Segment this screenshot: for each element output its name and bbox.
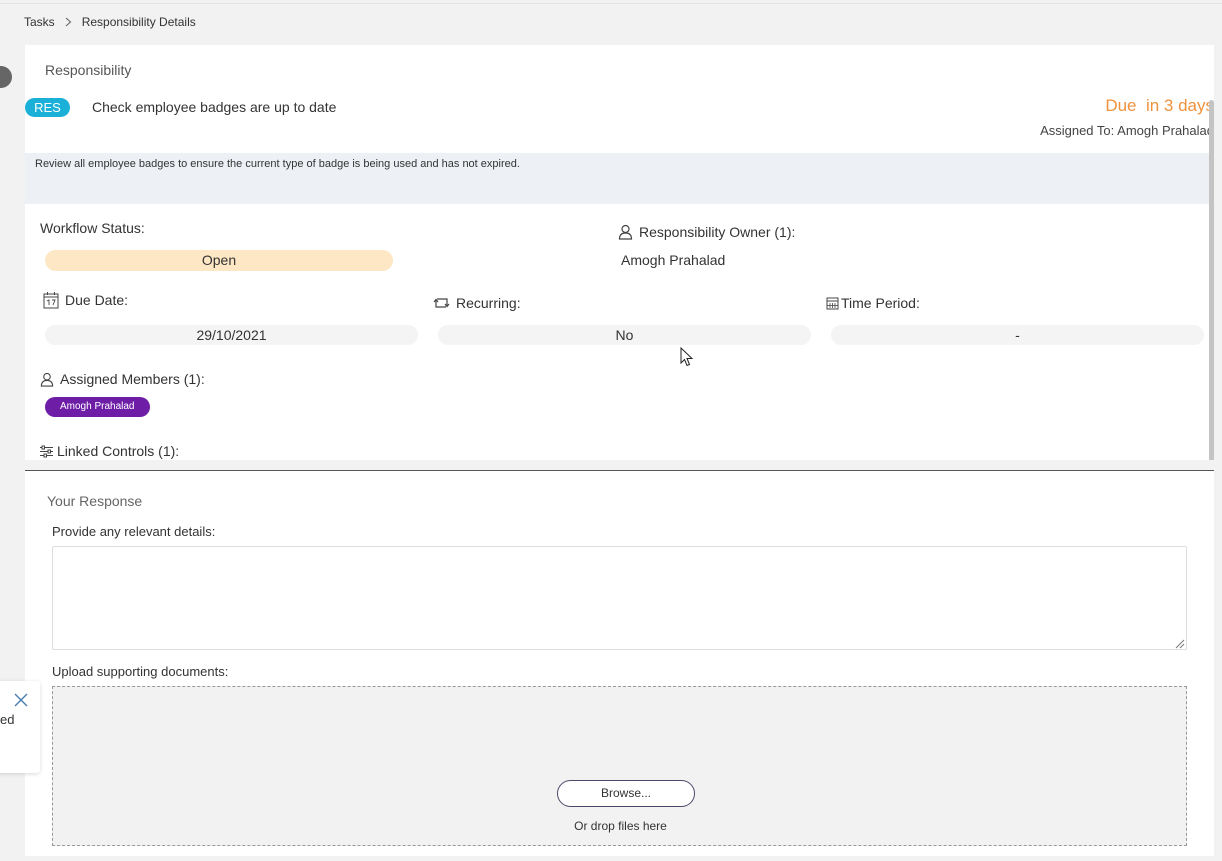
details-textarea[interactable] (52, 546, 1187, 650)
chevron-right-icon (65, 17, 72, 27)
workflow-status-value[interactable]: Open (45, 250, 393, 271)
due-date-label-text: Due Date: (65, 292, 129, 308)
recurring-label-text: Recurring: (456, 295, 521, 311)
user-icon (40, 372, 60, 387)
description: Review all employee badges to ensure the… (25, 153, 1214, 204)
workflow-status-label-text: Workflow Status: (40, 220, 145, 236)
response-section-title: Your Response (47, 493, 143, 509)
workflow-status-label: Workflow Status: (40, 220, 145, 236)
responsibility-card: Responsibility RES Check employee badges… (25, 45, 1214, 460)
type-badge: RES (25, 98, 70, 117)
calendar-date-icon (43, 291, 65, 309)
linked-controls-label: Linked Controls (1): (39, 443, 179, 459)
user-icon (618, 224, 639, 240)
assigned-to: Assigned To: Amogh Prahalad (1040, 123, 1214, 138)
top-border (0, 3, 1222, 4)
breadcrumb-current: Responsibility Details (81, 15, 196, 29)
responsibility-owner-value: Amogh Prahalad (621, 252, 726, 268)
file-dropzone[interactable]: Browse... Or drop files here (52, 686, 1187, 846)
assigned-members-label-text: Assigned Members (1): (60, 371, 205, 387)
time-period-value: - (831, 325, 1204, 345)
description-text: Review all employee badges to ensure the… (35, 158, 520, 170)
collapse-sidebar-button[interactable] (0, 66, 12, 88)
linked-controls-label-text: Linked Controls (1): (57, 443, 180, 459)
scrollbar[interactable] (1209, 100, 1214, 460)
due-date-value: 29/10/2021 (45, 325, 418, 345)
recurring-value: No (438, 325, 811, 345)
response-card: Your Response Provide any relevant detai… (25, 471, 1214, 856)
breadcrumb-tasks-link[interactable]: Tasks (24, 15, 55, 29)
recurring-label: Recurring: (433, 295, 521, 311)
breadcrumb: Tasks Responsibility Details (24, 15, 196, 29)
toast-notification: ed (0, 681, 40, 773)
time-period-label: Time Period: (826, 295, 920, 311)
time-period-label-text: Time Period: (841, 295, 920, 311)
close-icon[interactable] (14, 693, 28, 712)
details-label: Provide any relevant details: (52, 524, 216, 539)
section-title: Responsibility (45, 62, 132, 78)
assigned-members-label: Assigned Members (1): (40, 371, 205, 387)
repeat-icon (433, 296, 456, 310)
task-title: Check employee badges are up to date (92, 99, 337, 115)
responsibility-owner-label-text: Responsibility Owner (1): (639, 224, 796, 240)
browse-button[interactable]: Browse... (557, 780, 695, 807)
due-indicator: Due in 3 days (1105, 96, 1214, 115)
mouse-cursor-icon (680, 346, 694, 372)
resize-grip-icon[interactable] (1173, 636, 1185, 649)
toast-text: ed (0, 712, 15, 727)
responsibility-owner-label: Responsibility Owner (1): (618, 224, 795, 240)
member-tag[interactable]: Amogh Prahalad (45, 397, 150, 417)
due-date-label: Due Date: (43, 291, 128, 309)
drop-files-text: Or drop files here (574, 819, 667, 833)
upload-label: Upload supporting documents: (52, 664, 229, 679)
